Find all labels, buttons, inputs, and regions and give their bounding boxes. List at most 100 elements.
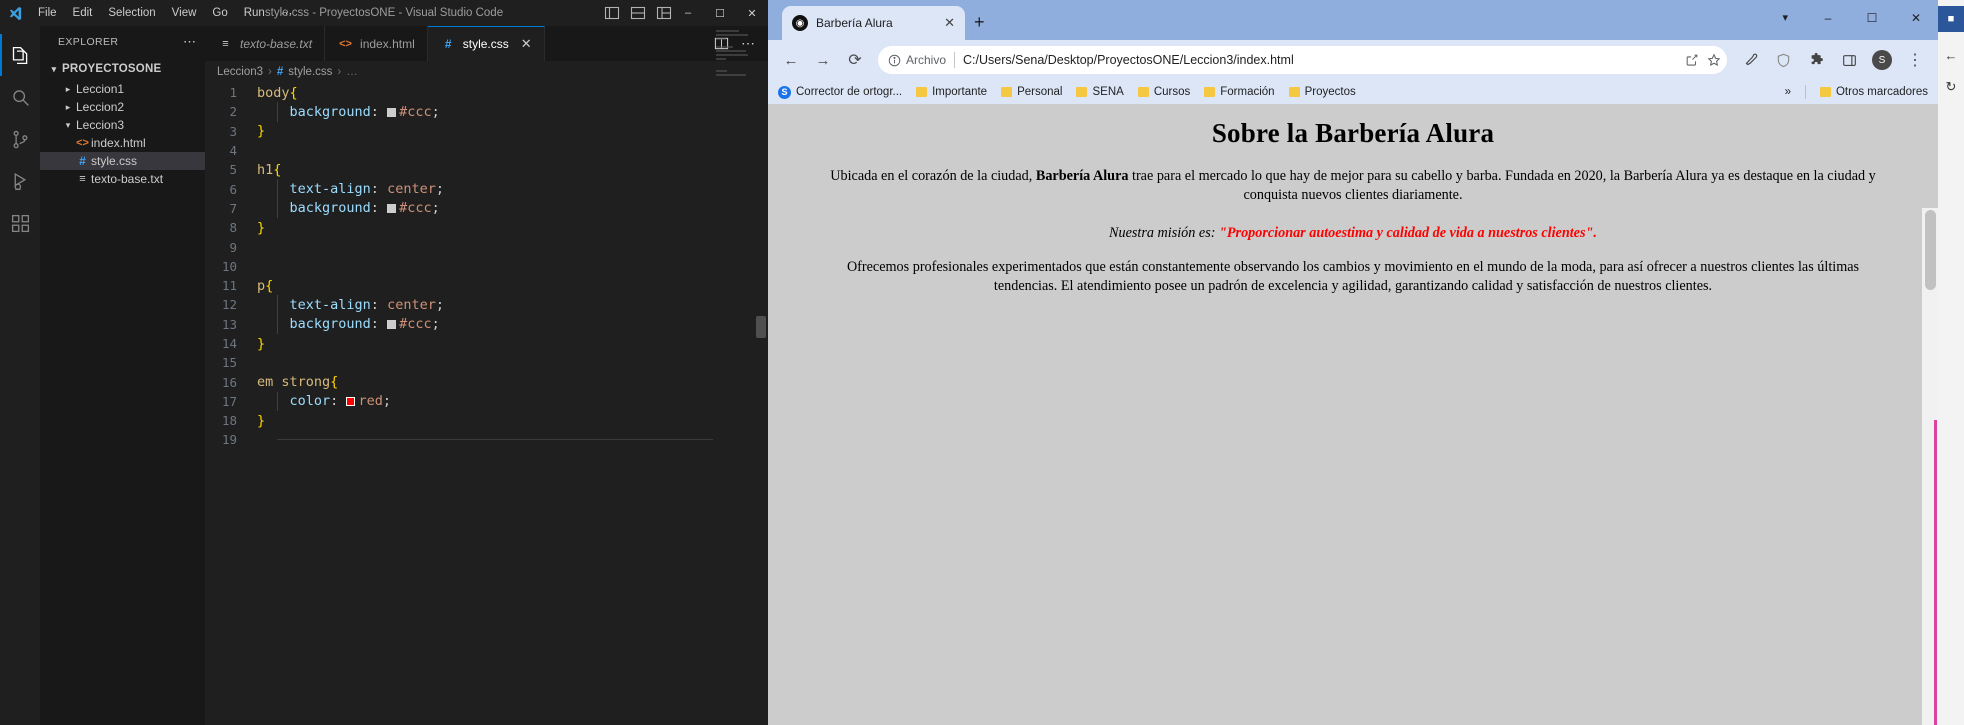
minimize-button[interactable]: –	[1806, 0, 1850, 36]
bookmark-cursos[interactable]: Cursos	[1137, 86, 1190, 98]
activitybar-item-search[interactable]	[0, 76, 40, 118]
avatar[interactable]: S	[1867, 45, 1897, 75]
close-button[interactable]: ✕	[736, 0, 768, 26]
color-swatch[interactable]	[387, 320, 397, 330]
tab-index-html[interactable]: <> index.html	[325, 26, 428, 61]
site-info[interactable]: Archivo	[888, 53, 946, 67]
browser-window-controls[interactable]: – ☐ ✕	[1806, 0, 1938, 36]
code-line[interactable]: 8}	[205, 218, 768, 237]
layout-grid-icon[interactable]	[656, 5, 672, 21]
code-line[interactable]: 19	[205, 430, 768, 449]
new-tab-button[interactable]: +	[974, 13, 985, 31]
activitybar-item-explorer[interactable]	[0, 34, 40, 76]
code-line[interactable]: 2 background: #ccc;	[205, 102, 768, 122]
tab-search-chevron-down-icon[interactable]: ▾	[1782, 11, 1788, 24]
code-line[interactable]: 12 text-align: center;	[205, 295, 768, 315]
editor-minimap[interactable]	[716, 30, 754, 100]
menu-more[interactable]: ⋯	[273, 2, 301, 24]
back-arrow-icon[interactable]: ←	[1942, 46, 1960, 64]
color-swatch[interactable]	[346, 397, 356, 407]
omnibox-actions[interactable]	[1685, 53, 1721, 67]
tree-item-index-html[interactable]: <> index.html	[40, 134, 205, 152]
breadcrumb-ellipsis[interactable]: …	[346, 66, 358, 78]
layout-sidebar-icon[interactable]	[630, 5, 646, 21]
color-swatch[interactable]	[387, 204, 397, 214]
layout-panel-icon[interactable]	[604, 5, 620, 21]
explorer-root-folder[interactable]: ▾ PROYECTOSONE	[40, 58, 205, 80]
breadcrumb-file[interactable]: style.css	[288, 66, 332, 78]
menu-file[interactable]: File	[30, 3, 65, 23]
code-line[interactable]: 1 body{	[205, 83, 768, 102]
code-editor[interactable]: 1 body{2 background: #ccc; 3} 4 5 h1{6 text-a…	[205, 83, 768, 725]
bookmark-personal[interactable]: Personal	[1001, 86, 1062, 98]
code-line[interactable]: 17 color: red;	[205, 391, 768, 412]
editor-scrollbar-thumb[interactable]	[756, 316, 766, 338]
reload-button[interactable]: ⟳	[840, 45, 870, 75]
color-swatch[interactable]	[387, 107, 397, 117]
close-button[interactable]: ✕	[1894, 0, 1938, 36]
code-line[interactable]: 5 h1{	[205, 160, 768, 179]
refresh-icon[interactable]: ↻	[1942, 78, 1960, 96]
browser-tab[interactable]: ◉ Barbería Alura ✕	[782, 6, 965, 40]
share-icon[interactable]	[1685, 53, 1699, 67]
tab-texto-base-txt[interactable]: ≡ texto-base.txt	[205, 26, 326, 61]
minimize-button[interactable]: –	[672, 0, 704, 26]
code-line[interactable]: 11 p{	[205, 276, 768, 295]
code-line[interactable]: 6 text-align: center;	[205, 179, 768, 199]
menu-view[interactable]: View	[164, 3, 205, 23]
bookmark-corrector[interactable]: S Corrector de ortogr...	[778, 85, 902, 99]
menu-go[interactable]: Go	[204, 3, 235, 23]
code-line[interactable]: 16 em strong{	[205, 372, 768, 391]
vscode-window-controls[interactable]: – ☐ ✕	[672, 0, 768, 26]
maximize-button[interactable]: ☐	[704, 0, 736, 26]
code-line[interactable]: 7 background: #ccc;	[205, 198, 768, 219]
activity-bar[interactable]	[0, 26, 40, 725]
sidepanel-icon[interactable]	[1834, 45, 1864, 75]
code-line[interactable]: 3}	[205, 122, 768, 141]
menu-selection[interactable]: Selection	[100, 3, 163, 23]
code-line[interactable]: 14}	[205, 334, 768, 353]
maximize-button[interactable]: ☐	[1850, 0, 1894, 36]
eyedropper-icon[interactable]	[1735, 45, 1765, 75]
tab-close-icon[interactable]: ✕	[944, 15, 955, 31]
bookmark-proyectos[interactable]: Proyectos	[1288, 86, 1356, 98]
bookmarks-overflow-button[interactable]: »	[1785, 86, 1791, 98]
tab-close-icon[interactable]: ✕	[521, 36, 532, 52]
bookmark-formacion[interactable]: Formación	[1204, 86, 1275, 98]
code-line[interactable]: 18}	[205, 411, 768, 430]
breadcrumb-folder[interactable]: Leccion3	[217, 66, 263, 78]
vscode-menubar[interactable]: File Edit Selection View Go Run ⋯	[30, 2, 300, 24]
puzzle-icon[interactable]	[1801, 45, 1831, 75]
page-scrollbar-thumb[interactable]	[1925, 210, 1936, 290]
explorer-more-icon[interactable]: ⋯	[183, 34, 197, 50]
back-button[interactable]: ←	[776, 45, 806, 75]
tree-item-style-css[interactable]: # style.css	[40, 152, 205, 170]
editor-tabs[interactable]: ≡ texto-base.txt <> index.html # style.c…	[205, 26, 768, 61]
tree-item-leccion2[interactable]: ▸ Leccion2	[40, 98, 205, 116]
forward-button[interactable]: →	[808, 45, 838, 75]
code-line[interactable]: 9	[205, 237, 768, 256]
tab-style-css[interactable]: # style.css ✕	[427, 26, 545, 61]
bookmark-importante[interactable]: Importante	[916, 86, 987, 98]
menu-run[interactable]: Run	[236, 3, 273, 23]
code-line[interactable]: 10	[205, 257, 768, 276]
address-bar[interactable]: Archivo C:/Users/Sena/Desktop/ProyectosO…	[878, 46, 1727, 74]
editor-scrollbar[interactable]	[754, 26, 768, 725]
code-line[interactable]: 4	[205, 141, 768, 160]
code-line[interactable]: 15	[205, 353, 768, 372]
titlebar-layout-actions[interactable]	[604, 0, 672, 26]
shield-icon[interactable]	[1768, 45, 1798, 75]
activitybar-item-extensions[interactable]	[0, 202, 40, 244]
bookmark-sena[interactable]: SENA	[1076, 86, 1124, 98]
tree-item-texto-base-txt[interactable]: ≡ texto-base.txt	[40, 170, 205, 188]
tree-item-leccion1[interactable]: ▸ Leccion1	[40, 80, 205, 98]
tree-item-leccion3[interactable]: ▾ Leccion3	[40, 116, 205, 134]
activitybar-item-source-control[interactable]	[0, 118, 40, 160]
activitybar-item-run-and-debug[interactable]	[0, 160, 40, 202]
code-line[interactable]: 13 background: #ccc;	[205, 314, 768, 334]
office-icon[interactable]: ■	[1938, 6, 1964, 32]
toolbar-right-actions[interactable]: S ⋮	[1735, 45, 1930, 75]
url-text[interactable]: C:/Users/Sena/Desktop/ProyectosONE/Lecci…	[963, 53, 1677, 67]
three-dots-vertical-icon[interactable]: ⋮	[1900, 45, 1930, 75]
breadcrumb[interactable]: Leccion3 › # style.css › …	[205, 61, 768, 83]
